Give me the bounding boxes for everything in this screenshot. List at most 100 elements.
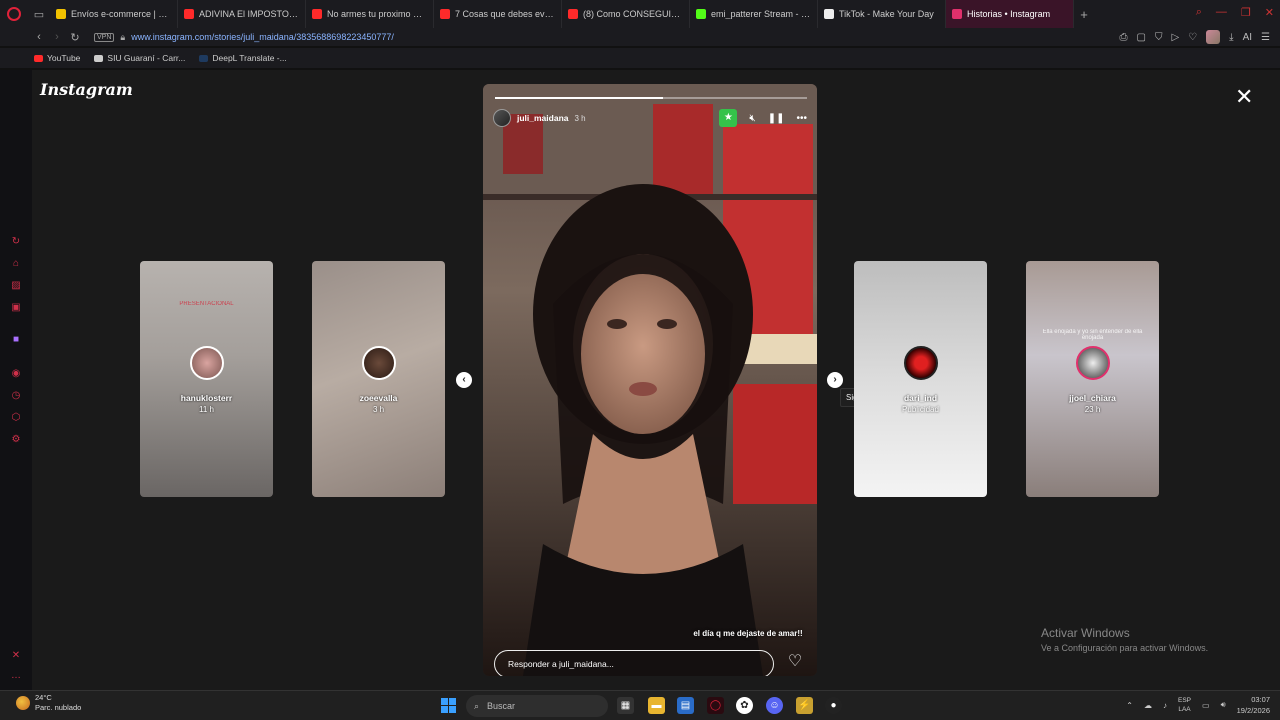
story-preview-zoeevalla[interactable]: zoeevalla 3 h [312, 261, 445, 497]
tab-active-instagram[interactable]: Historias • Instagram [946, 0, 1074, 28]
download-icon[interactable]: ⤓ [1229, 32, 1233, 43]
instagram-favicon-icon [952, 9, 962, 19]
sidebar-player-icon[interactable]: ◉ [10, 368, 22, 380]
search-tabs-icon[interactable]: ⌕ [1196, 6, 1202, 19]
tab-label: (8) Como CONSEGUIR CL [583, 9, 683, 19]
activation-subtitle: Ve a Configuración para activar Windows. [1041, 643, 1209, 653]
tab-label: Envíos e-commerce | Cor [71, 9, 171, 19]
story-photo [483, 84, 817, 676]
browser-tab[interactable]: emi_patterer Stream - We [690, 0, 818, 28]
browser-tab[interactable]: 7 Cosas que debes evitar [434, 0, 562, 28]
tab-favicon-icon [184, 9, 194, 19]
story-preview-jjoel-chiara[interactable]: Ella enojada y yo sin entender de ella e… [1026, 261, 1159, 497]
tab-overview-icon[interactable]: ▭ [28, 8, 50, 21]
language-indicator[interactable]: ESP LAA [1178, 696, 1191, 714]
avatar[interactable] [493, 109, 511, 127]
opera-menu-icon[interactable] [0, 0, 28, 28]
more-options-icon[interactable]: ••• [796, 113, 807, 124]
star-icon[interactable]: ★ [719, 109, 738, 127]
sidebar-settings-icon[interactable]: ⚙ [10, 434, 22, 446]
tab-favicon-icon [56, 9, 66, 19]
volume-icon[interactable]: 🔊︎ [1221, 700, 1226, 710]
heart-icon[interactable]: ♡ [1188, 32, 1197, 43]
sidebar-extensions-icon[interactable]: ⬡ [10, 412, 22, 424]
play-icon[interactable]: ▷ [1171, 32, 1179, 43]
bookmark-favicon-icon [199, 54, 209, 62]
tab-favicon-icon [824, 9, 834, 19]
bookmark-item[interactable]: YouTube [34, 53, 80, 63]
sidebar-wallet-icon[interactable]: ▨ [10, 280, 22, 292]
close-window-button[interactable]: ✕ [1265, 6, 1274, 19]
weather-temp: 24°C [35, 693, 52, 702]
discord-icon[interactable]: ☺ [766, 697, 783, 714]
tab-favicon-icon [440, 9, 450, 19]
story-progress-bar [495, 97, 807, 99]
onedrive-icon[interactable]: ☁ [1144, 701, 1152, 710]
reply-input[interactable]: Responder a juli_maidana... [494, 650, 774, 676]
sidebar-flow-icon[interactable]: ↻ [10, 236, 22, 248]
profile-avatar[interactable] [1206, 30, 1221, 44]
restore-button[interactable]: ❐ [1241, 6, 1251, 19]
file-explorer-icon[interactable]: ▬ [648, 697, 665, 714]
sidebar-gx-icon[interactable]: ✕ [10, 650, 22, 662]
browser-tab[interactable]: No armes tu proximo outf [306, 0, 434, 28]
new-tab-button[interactable]: + [1074, 7, 1094, 22]
minimize-button[interactable]: — [1216, 6, 1227, 19]
keyboard-layout: LAA [1178, 706, 1191, 713]
tab-favicon-icon [568, 9, 578, 19]
opera-gx-icon[interactable]: ◯ [707, 697, 724, 714]
bookmark-item[interactable]: DeepL Translate -... [199, 53, 287, 63]
task-view-icon[interactable]: ▦ [617, 697, 634, 714]
back-button[interactable]: ‹ [30, 31, 48, 43]
forward-button[interactable]: › [48, 31, 66, 43]
avatar [903, 346, 938, 380]
mic-icon[interactable]: ♪ [1163, 701, 1167, 710]
url-field[interactable]: www.instagram.com/stories/juli_maidana/3… [131, 32, 394, 42]
clock-time: 03:07 [1251, 695, 1270, 704]
shield-icon[interactable]: ⛉ [1155, 32, 1163, 43]
sidebar-bag-icon[interactable]: ⌂ [10, 258, 22, 270]
sidebar-twitch-icon[interactable]: ■ [10, 334, 22, 346]
start-button[interactable] [441, 698, 456, 713]
steam-icon[interactable]: ● [825, 697, 842, 714]
browser-tab[interactable]: ADIVINA El IMPOSTOR FU [178, 0, 306, 28]
pip-icon[interactable]: ▢ [1137, 32, 1146, 43]
tray-chevron-icon[interactable]: ⌃ [1126, 701, 1133, 710]
sidebar-news-icon[interactable]: ▣ [10, 302, 22, 314]
instagram-logo[interactable]: Instagram [40, 80, 133, 99]
close-stories-button[interactable]: ✕ [1235, 84, 1253, 110]
pause-icon[interactable]: ❚❚ [768, 113, 785, 124]
activation-title: Activar Windows [1041, 626, 1130, 640]
ai-icon[interactable]: AI [1243, 32, 1252, 43]
next-story-button[interactable]: › [827, 372, 843, 388]
lock-icon[interactable]: 🔒︎ [120, 32, 125, 43]
browser-tab[interactable]: Envíos e-commerce | Cor [50, 0, 178, 28]
bookmark-item[interactable]: SIU Guaraní - Carr... [94, 53, 185, 63]
previous-story-button[interactable]: ‹ [456, 372, 472, 388]
story-username[interactable]: juli_maidana [517, 113, 569, 123]
snapshot-icon[interactable]: ⎙ [1120, 32, 1128, 43]
browser-tab[interactable]: TikTok - Make Your Day [818, 0, 946, 28]
like-heart-icon[interactable]: ♡ [784, 651, 806, 673]
tab-label: TikTok - Make Your Day [839, 9, 934, 19]
active-story[interactable]: juli_maidana 3 h ★ 🔇︎ ❚❚ ••• el día q me… [483, 84, 817, 676]
taskbar-search[interactable]: ⌕ Buscar [466, 695, 608, 717]
story-preview-dari-ind[interactable]: dari_ind Publicidad [854, 261, 987, 497]
store-icon[interactable]: ▤ [677, 697, 694, 714]
browser-tab[interactable]: (8) Como CONSEGUIR CL [562, 0, 690, 28]
preview-overlay-text: PRESENTACIONAL [179, 301, 234, 307]
vpn-badge[interactable]: VPN [94, 32, 115, 42]
sidebar-more-icon[interactable]: … [10, 670, 22, 682]
clock[interactable]: 03:07 19/2/2026 [1237, 694, 1270, 716]
sidebar-history-icon[interactable]: ◷ [10, 390, 22, 402]
mute-icon[interactable]: 🔇︎ [749, 113, 755, 124]
tab-label: No armes tu proximo outf [327, 9, 427, 19]
story-preview-hanuklosterr[interactable]: PRESENTACIONAL hanuklosterr 11 h [140, 261, 273, 497]
chatgpt-icon[interactable]: ✿ [736, 697, 753, 714]
reload-button[interactable]: ↻ [66, 31, 84, 44]
app-icon[interactable]: ⚡ [796, 697, 813, 714]
windows-activation-watermark: Activar Windows Ve a Configuración para … [1041, 626, 1208, 653]
weather-widget[interactable]: 24°C Parc. nublado [16, 693, 81, 713]
network-icon[interactable]: ▭ [1202, 701, 1210, 710]
menu-icon[interactable]: ☰ [1261, 32, 1270, 43]
